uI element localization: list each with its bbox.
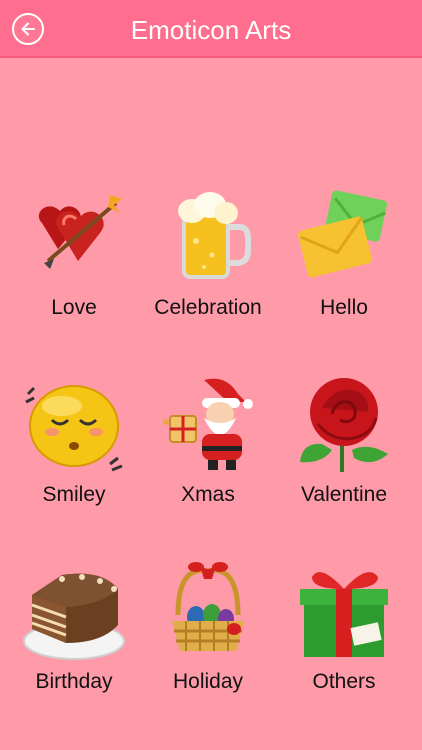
- category-grid: Love Celebration Hello Smiley Xmas Valen…: [0, 0, 422, 750]
- category-holiday[interactable]: Holiday: [138, 559, 278, 729]
- category-celebration[interactable]: Celebration: [138, 185, 278, 355]
- category-xmas[interactable]: Xmas: [138, 372, 278, 542]
- category-label: Others: [312, 670, 376, 693]
- envelopes-icon: [298, 190, 388, 278]
- category-smiley[interactable]: Smiley: [4, 372, 144, 542]
- category-valentine[interactable]: Valentine: [274, 372, 414, 542]
- category-label: Celebration: [154, 296, 262, 319]
- heart-arrow-icon: [38, 195, 122, 269]
- category-label: Holiday: [172, 670, 244, 693]
- category-birthday[interactable]: Birthday: [4, 559, 144, 729]
- category-label: Birthday: [35, 670, 113, 693]
- gift-box-icon: [300, 572, 388, 657]
- category-label: Love: [51, 296, 97, 319]
- beer-mug-icon: [178, 192, 251, 279]
- santa-icon: [163, 378, 253, 470]
- egg-basket-icon: [172, 562, 244, 651]
- category-label: Hello: [320, 296, 368, 319]
- category-label: Valentine: [300, 483, 387, 506]
- category-label: Smiley: [42, 483, 106, 506]
- smiley-face-icon: [25, 385, 123, 472]
- cake-icon: [23, 573, 125, 660]
- rose-icon: [300, 378, 388, 472]
- category-label: Xmas: [181, 483, 235, 506]
- category-love[interactable]: Love: [4, 185, 144, 355]
- category-others[interactable]: Others: [274, 559, 414, 729]
- category-hello[interactable]: Hello: [274, 185, 414, 355]
